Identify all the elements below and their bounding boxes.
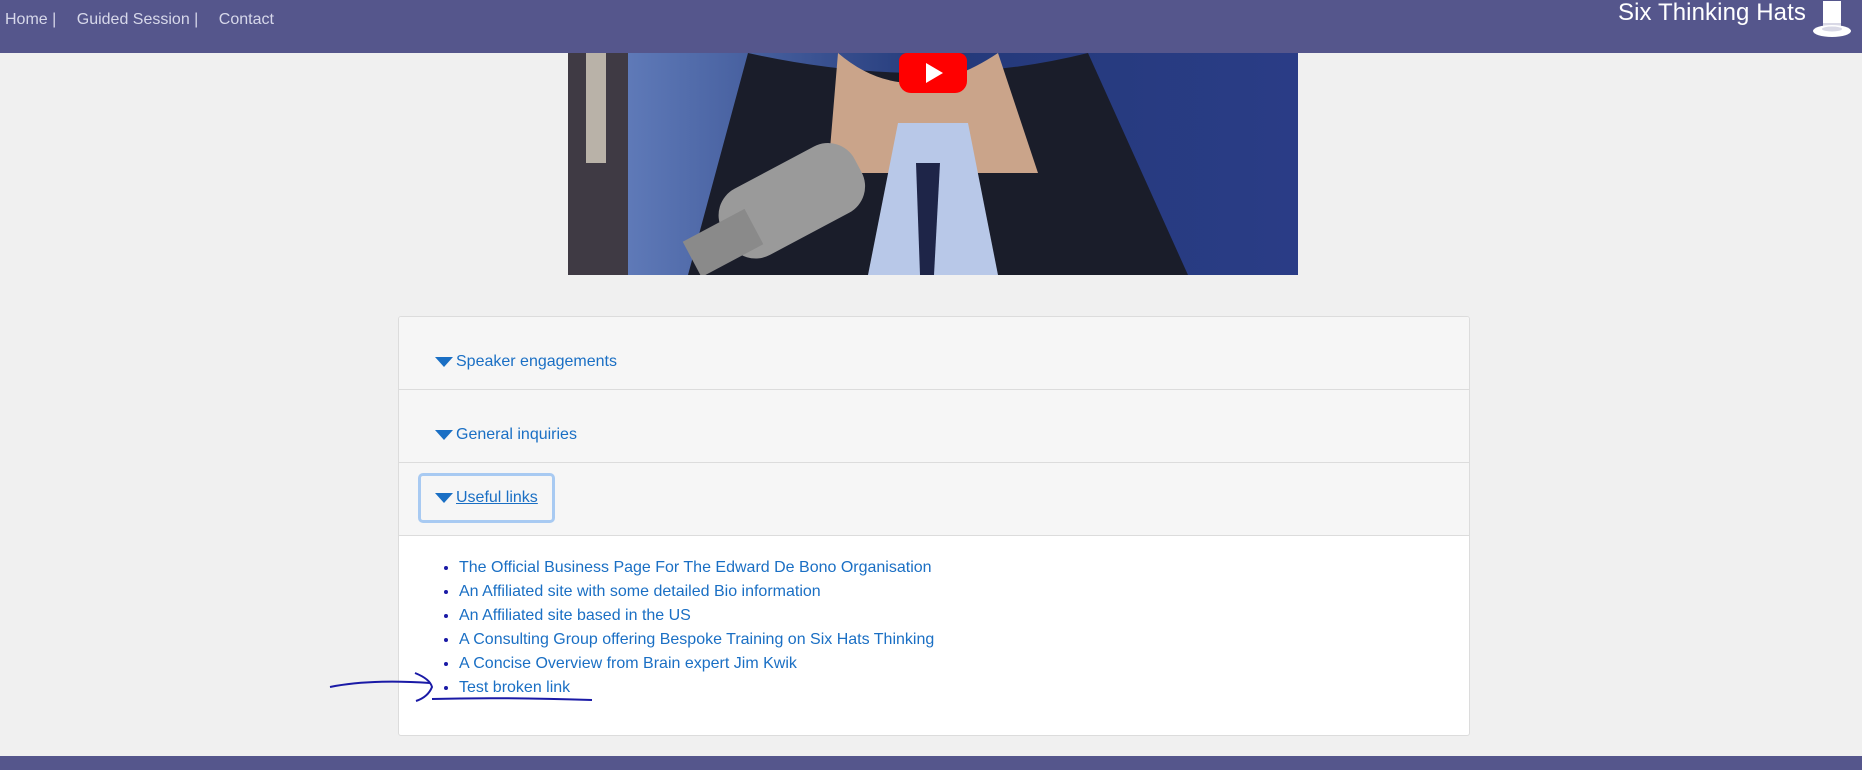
nav-menu: Home | Guided Session | Contact [5, 11, 274, 29]
accordion-toggle-speaker-engagements[interactable]: Speaker engagements [418, 339, 634, 385]
useful-link[interactable]: An Affiliated site based in the US [459, 607, 691, 624]
useful-link[interactable]: The Official Business Page For The Edwar… [459, 559, 932, 576]
nav-guided-session-link[interactable]: Guided Session [77, 11, 190, 28]
accordion-toggle-useful-links[interactable]: Useful links [418, 473, 555, 523]
top-hat-icon [1813, 1, 1851, 37]
accordion-item-useful-links: Useful links [399, 463, 1469, 536]
accordion-toggle-general-inquiries[interactable]: General inquiries [418, 412, 594, 458]
caret-down-icon [435, 493, 453, 503]
video-player[interactable] [568, 53, 1298, 275]
nav-separator: | [194, 11, 199, 28]
annotation-arrow-icon [329, 672, 593, 702]
footer-bar [0, 756, 1862, 770]
youtube-play-icon[interactable] [899, 53, 967, 93]
caret-down-icon [435, 430, 453, 440]
list-item: A Concise Overview from Brain expert Jim… [459, 652, 1469, 676]
list-item: Test broken link [459, 676, 1469, 700]
accordion-item-speaker-engagements: Speaker engagements [399, 317, 1469, 390]
list-item: An Affiliated site with some detailed Bi… [459, 580, 1469, 604]
nav-home-link[interactable]: Home [5, 11, 48, 28]
nav-separator: | [52, 11, 57, 28]
nav-contact-link[interactable]: Contact [219, 11, 274, 28]
useful-link[interactable]: A Consulting Group offering Bespoke Trai… [459, 631, 934, 648]
site-title[interactable]: Six Thinking Hats [1618, 0, 1806, 27]
accordion-item-general-inquiries: General inquiries [399, 390, 1469, 463]
accordion-label: General inquiries [456, 426, 577, 443]
list-item: An Affiliated site based in the US [459, 604, 1469, 628]
accordion-label: Speaker engagements [456, 353, 617, 370]
list-item: A Consulting Group offering Bespoke Trai… [459, 628, 1469, 652]
caret-down-icon [435, 357, 453, 367]
useful-link[interactable]: An Affiliated site with some detailed Bi… [459, 583, 821, 600]
top-navbar: Home | Guided Session | Contact Six Thin… [0, 0, 1862, 53]
list-item: The Official Business Page For The Edwar… [459, 556, 1469, 580]
accordion-label: Useful links [456, 489, 538, 506]
